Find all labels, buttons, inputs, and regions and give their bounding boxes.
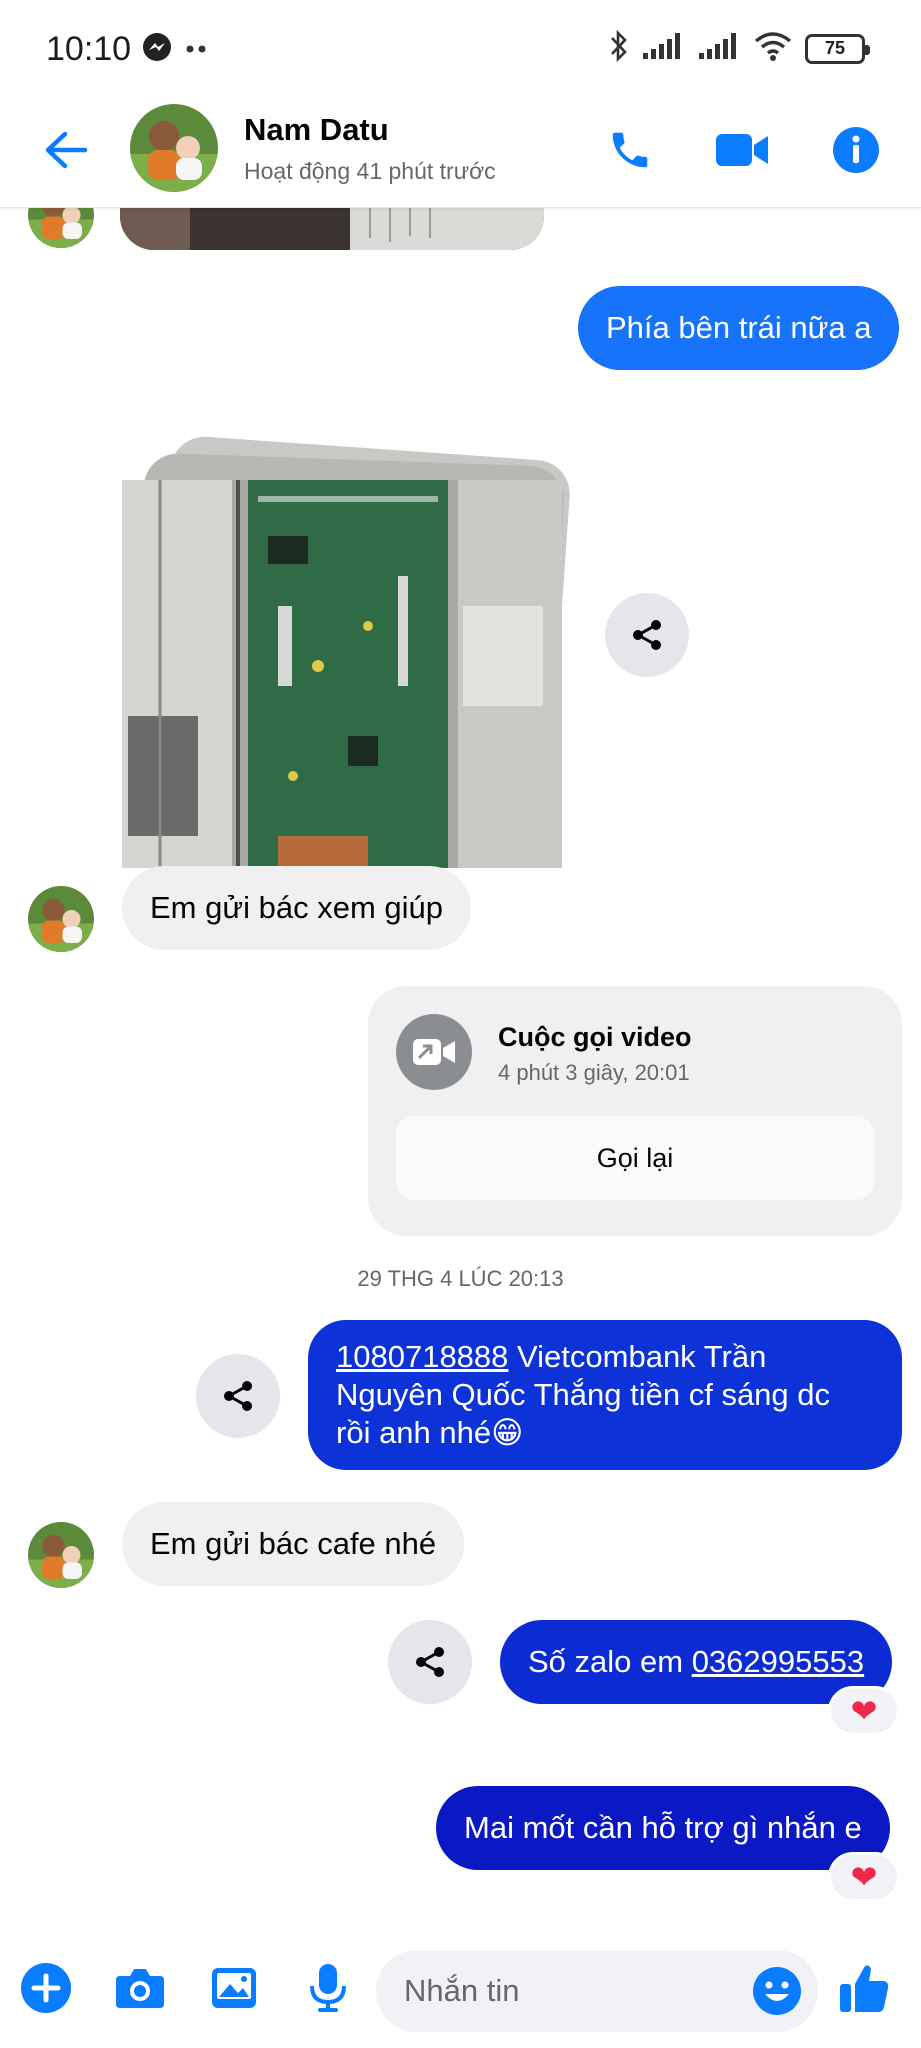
signal-icon <box>697 31 741 66</box>
wifi-icon <box>753 30 793 67</box>
message-list[interactable]: Phía bên trái nữa a Em gửi bác xem giúp … <box>0 208 921 1934</box>
heart-icon: ❤ <box>850 1858 878 1896</box>
gallery-icon <box>212 1968 256 2008</box>
info-icon <box>833 127 879 173</box>
voice-message-button[interactable] <box>296 1956 360 2020</box>
gallery-button[interactable] <box>202 1956 266 2020</box>
heart-icon: ❤ <box>850 1692 878 1730</box>
more-actions-button[interactable] <box>14 1956 78 2020</box>
avatar <box>28 886 94 952</box>
video-call-missed-icon <box>396 1014 472 1090</box>
call-detail: 4 phút 3 giây, 20:01 <box>498 1060 690 1085</box>
timestamp: 29 THG 4 LÚC 20:13 <box>357 1266 564 1291</box>
like-button[interactable] <box>832 1956 896 2020</box>
emoji-icon <box>753 1967 801 2015</box>
phone-icon <box>612 132 648 168</box>
microphone-icon <box>310 1964 346 2012</box>
call-title: Cuộc gọi video <box>498 1022 692 1052</box>
status-bar: 10:10 75 <box>0 0 921 96</box>
battery-indicator: 75 <box>805 33 870 64</box>
plus-icon <box>21 1963 71 2013</box>
share-icon <box>224 1381 252 1411</box>
phone-call-button[interactable] <box>600 120 660 180</box>
thumbs-up-icon <box>840 1965 889 2012</box>
active-status: Hoạt động 41 phút trước <box>244 158 496 184</box>
share-icon <box>633 620 661 650</box>
video-camera-icon <box>716 134 768 166</box>
share-icon <box>416 1647 444 1677</box>
heart-reaction[interactable]: ❤ <box>828 1686 900 1736</box>
phone-number-link[interactable]: 0362995553 <box>692 1642 864 1682</box>
info-button[interactable] <box>826 120 886 180</box>
outgoing-message[interactable]: 1080718888 Vietcombank Trần Nguyên Quốc … <box>308 1320 902 1470</box>
avatar <box>28 1522 94 1588</box>
photo-message[interactable] <box>118 436 588 876</box>
arrow-left-icon <box>45 131 88 169</box>
video-call-button[interactable] <box>712 120 772 180</box>
call-back-button[interactable]: Gọi lại <box>396 1116 874 1200</box>
outgoing-message[interactable]: Phía bên trái nữa a <box>578 286 900 370</box>
share-button[interactable] <box>605 593 689 677</box>
conversation-header: Nam Datu Hoạt động 41 phút trước <box>0 96 921 208</box>
video-call-card: Cuộc gọi video 4 phút 3 giây, 20:01 Gọi … <box>368 986 902 1236</box>
share-button[interactable] <box>196 1354 280 1438</box>
photo-message-partial[interactable] <box>120 208 544 250</box>
incoming-message[interactable]: Em gửi bác xem giúp <box>122 866 471 950</box>
status-time: 10:10 <box>46 30 132 68</box>
avatar <box>28 208 94 248</box>
back-button[interactable] <box>38 122 94 178</box>
contact-name[interactable]: Nam Datu <box>244 112 389 148</box>
heart-reaction[interactable]: ❤ <box>828 1852 900 1902</box>
emoji-button[interactable] <box>748 1962 806 2020</box>
more-dots-icon <box>184 41 210 59</box>
signal-icon <box>641 31 685 66</box>
camera-icon <box>116 1969 164 2008</box>
camera-button[interactable] <box>108 1956 172 2020</box>
avatar[interactable] <box>130 104 218 192</box>
bluetooth-icon <box>609 28 629 69</box>
messenger-icon <box>142 32 172 67</box>
outgoing-message[interactable]: Mai mốt cần hỗ trợ gì nhắn e <box>436 1786 890 1870</box>
account-number-link[interactable]: 1080718888 <box>336 1339 508 1374</box>
outgoing-message[interactable]: Số zalo em 0362995553 <box>500 1620 893 1704</box>
message-composer <box>0 1934 921 2048</box>
incoming-message[interactable]: Em gửi bác cafe nhé <box>122 1502 465 1586</box>
share-button[interactable] <box>388 1620 472 1704</box>
